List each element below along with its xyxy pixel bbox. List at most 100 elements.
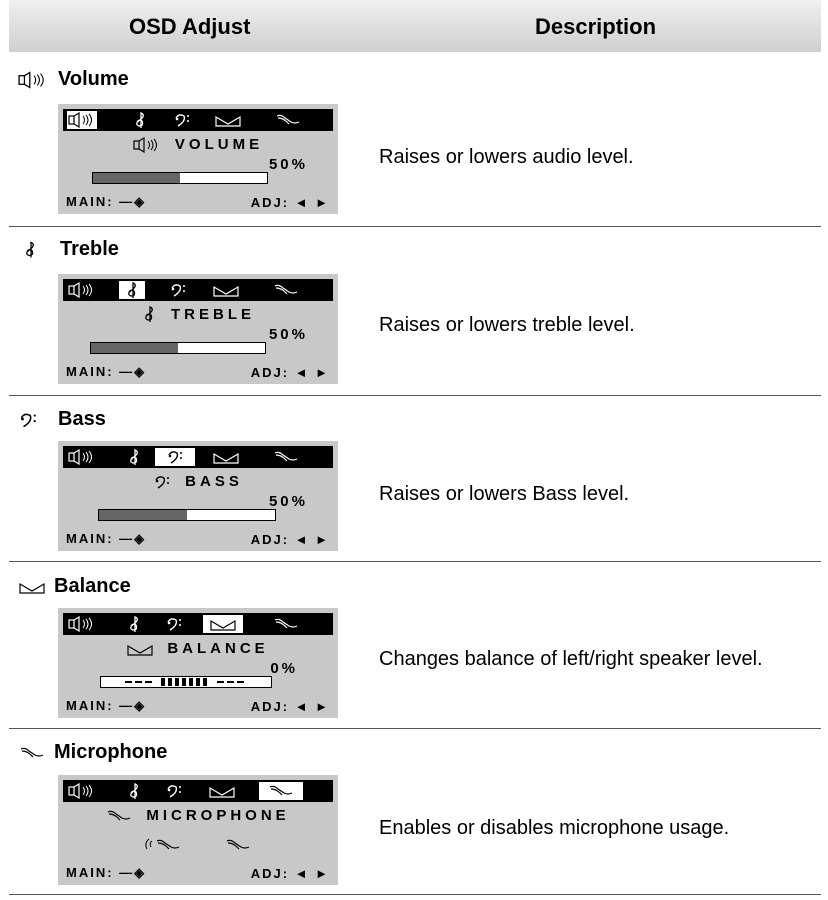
treble-title-text: Treble (60, 238, 119, 260)
header-description: Description (535, 14, 657, 39)
osd-tabbar (63, 780, 333, 802)
microphone-icon (273, 111, 303, 129)
adj-hint: ADJ: ◄ ► (250, 699, 330, 714)
balance-icon (211, 448, 241, 466)
bass-clef-icon (163, 281, 193, 299)
adj-hint: ADJ: ◄ ► (250, 532, 330, 547)
level-bar (92, 172, 268, 184)
osd-panel-volume: VOLUME 50% MAIN: —◈ ADJ: ◄ ► (58, 104, 338, 214)
treble-clef-icon (119, 782, 149, 800)
level-value: 50% (268, 493, 308, 510)
osd-title: BASS (58, 473, 338, 490)
osd-label-volume: VOLUME (174, 136, 264, 153)
balance-icon (213, 111, 243, 129)
balance-icon (211, 281, 241, 299)
osd-label-microphone: MICROPHONE (146, 807, 290, 824)
level-bar (98, 509, 276, 521)
osd-panel-treble: TREBLE 50% MAIN: —◈ ADJ: ◄ ► (58, 274, 338, 384)
balance-icon (19, 582, 45, 594)
divider (9, 395, 821, 396)
osd-tabbar (63, 279, 333, 301)
main-hint: MAIN: —◈ (66, 698, 147, 713)
balance-icon (127, 644, 153, 656)
osd-label-treble: TREBLE (171, 306, 255, 323)
balance-icon (203, 615, 243, 633)
section-title-microphone: Microphone (18, 741, 167, 764)
osd-label-balance: BALANCE (167, 640, 269, 657)
balance-title-text: Balance (54, 575, 131, 597)
balance-icon (207, 782, 237, 800)
osd-tabbar (63, 109, 333, 131)
description-bass: Raises or lowers Bass level. (379, 483, 630, 505)
bass-clef-icon (167, 111, 197, 129)
header-osd-adjust: OSD Adjust (129, 14, 251, 39)
osd-title: VOLUME (58, 136, 338, 153)
section-title-treble: Treble (18, 238, 119, 261)
osd-label-bass: BASS (185, 473, 243, 490)
adj-hint: ADJ: ◄ ► (250, 195, 330, 210)
microphone-icon (20, 747, 44, 758)
description-balance: Changes balance of left/right speaker le… (379, 648, 763, 670)
speaker-icon (133, 136, 158, 153)
treble-clef-icon (125, 111, 155, 129)
bass-clef-icon (159, 782, 189, 800)
treble-clef-icon (119, 281, 145, 299)
osd-panel-microphone: MICROPHONE MAIN: —◈ ADJ: ◄ ► (58, 775, 338, 885)
main-hint: MAIN: —◈ (66, 865, 147, 880)
adj-hint: ADJ: ◄ ► (250, 365, 330, 380)
treble-clef-icon (26, 241, 34, 258)
divider (9, 226, 821, 227)
osd-tabbar (63, 613, 333, 635)
mic-on-icon (145, 838, 180, 850)
microphone-icon (271, 448, 301, 466)
bass-clef-icon (20, 413, 37, 427)
description-volume: Raises or lowers audio level. (379, 146, 634, 168)
level-bar (90, 342, 266, 354)
divider (9, 561, 821, 562)
volume-title-text: Volume (58, 68, 129, 90)
level-value: 50% (268, 326, 308, 343)
description-treble: Raises or lowers treble level. (379, 314, 635, 336)
bass-clef-icon (155, 475, 170, 489)
osd-tabbar (63, 446, 333, 468)
microphone-title-text: Microphone (54, 741, 168, 763)
osd-title: BALANCE (58, 640, 338, 657)
divider (9, 894, 821, 895)
bass-clef-icon (155, 448, 195, 466)
microphone-icon (259, 782, 303, 800)
section-title-volume: Volume (18, 68, 129, 91)
adj-hint: ADJ: ◄ ► (250, 866, 330, 881)
level-value: 0% (270, 660, 298, 677)
divider (9, 728, 821, 729)
osd-panel-balance: BALANCE 0% MAIN: —◈ ADJ: ◄ ► (58, 608, 338, 718)
mic-off-icon (226, 839, 250, 850)
osd-title: TREBLE (58, 306, 338, 323)
speaker-icon (67, 782, 97, 800)
treble-clef-icon (119, 448, 149, 466)
level-value: 50% (268, 156, 308, 173)
section-title-bass: Bass (18, 408, 106, 431)
main-hint: MAIN: —◈ (66, 364, 147, 379)
main-hint: MAIN: —◈ (66, 194, 147, 209)
main-hint: MAIN: —◈ (66, 531, 147, 546)
balance-marks (125, 678, 244, 686)
balance-bar (100, 676, 272, 688)
speaker-icon (67, 448, 97, 466)
osd-title: MICROPHONE (58, 807, 338, 824)
microphone-icon (271, 281, 301, 299)
speaker-icon (67, 111, 97, 129)
speaker-icon (18, 71, 44, 88)
bass-clef-icon (159, 615, 189, 633)
microphone-icon (107, 810, 131, 821)
speaker-icon (67, 615, 97, 633)
treble-clef-icon (145, 306, 153, 323)
treble-clef-icon (119, 615, 149, 633)
description-microphone: Enables or disables microphone usage. (379, 817, 730, 839)
section-title-balance: Balance (18, 575, 131, 598)
table-header: OSD Adjust Description (9, 0, 821, 52)
osd-panel-bass: BASS 50% MAIN: —◈ ADJ: ◄ ► (58, 441, 338, 551)
speaker-icon (67, 281, 97, 299)
bass-title-text: Bass (58, 408, 106, 430)
microphone-icon (271, 615, 301, 633)
mic-options (58, 835, 338, 853)
